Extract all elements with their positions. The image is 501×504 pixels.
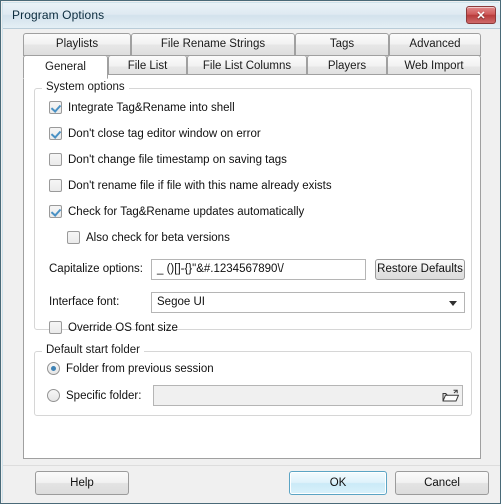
radio-specific-folder[interactable] (47, 389, 60, 402)
tab-advanced[interactable]: Advanced (389, 33, 481, 56)
checkbox-label-beta-versions: Also check for beta versions (86, 231, 230, 244)
folder-open-icon (442, 389, 459, 402)
checkbox-label-integrate-shell: Integrate Tag&Rename into shell (68, 101, 235, 114)
specific-folder-input[interactable] (153, 385, 463, 406)
footer-separator (3, 465, 500, 466)
cancel-button[interactable]: Cancel (395, 471, 489, 495)
restore-defaults-button[interactable]: Restore Defaults (375, 259, 465, 280)
checkbox-row-check-updates[interactable]: Check for Tag&Rename updates automatical… (49, 205, 304, 218)
close-icon: ✕ (476, 10, 486, 22)
chevron-down-icon (449, 300, 457, 306)
checkbox-dont-change-timestamp[interactable] (49, 153, 62, 166)
checkbox-integrate-shell[interactable] (49, 101, 62, 114)
checkbox-dont-close-tag-editor[interactable] (49, 127, 62, 140)
checkbox-label-dont-close-tag-editor: Don't close tag editor window on error (68, 127, 261, 140)
radio-row-previous-session[interactable]: Folder from previous session (47, 362, 214, 375)
ok-button[interactable]: OK (289, 471, 387, 495)
checkbox-label-dont-rename-existing: Don't rename file if file with this name… (68, 179, 332, 192)
checkbox-label-check-updates: Check for Tag&Rename updates automatical… (68, 205, 305, 218)
close-button[interactable]: ✕ (466, 6, 496, 24)
interface-font-select[interactable]: Segoe UI (151, 292, 465, 313)
client-area: Playlists File Rename Strings Tags Advan… (3, 29, 500, 503)
default-start-folder-group-title: Default start folder (42, 344, 144, 356)
tab-tags[interactable]: Tags (295, 33, 389, 56)
program-options-window: Program Options ✕ Playlists File Rename … (0, 0, 501, 504)
checkbox-check-updates[interactable] (49, 205, 62, 218)
checkbox-row-dont-change-timestamp[interactable]: Don't change file timestamp on saving ta… (49, 153, 287, 166)
tab-general[interactable]: General (23, 55, 108, 79)
tab-strip: Playlists File Rename Strings Tags Advan… (23, 33, 481, 79)
checkbox-dont-rename-existing[interactable] (49, 179, 62, 192)
tab-playlists[interactable]: Playlists (23, 33, 131, 56)
capitalize-options-label: Capitalize options: (49, 263, 143, 275)
checkbox-row-override-font-size[interactable]: Override OS font size (49, 321, 178, 334)
default-start-folder-group: Default start folder Folder from previou… (34, 344, 472, 416)
radio-row-specific-folder[interactable]: Specific folder: (47, 389, 141, 402)
system-options-group-title: System options (42, 81, 129, 93)
checkbox-label-override-font-size: Override OS font size (68, 321, 178, 334)
radio-label-specific-folder: Specific folder: (66, 389, 142, 402)
tab-page-general: System options Integrate Tag&Rename into… (23, 74, 481, 459)
browse-folder-button[interactable] (441, 388, 461, 404)
radio-label-previous-session: Folder from previous session (66, 362, 214, 375)
tab-file-rename-strings[interactable]: File Rename Strings (131, 33, 295, 56)
checkbox-row-beta-versions[interactable]: Also check for beta versions (67, 231, 230, 244)
window-title: Program Options (12, 8, 105, 22)
checkbox-beta-versions[interactable] (67, 231, 80, 244)
checkbox-override-font-size[interactable] (49, 321, 62, 334)
help-button[interactable]: Help (35, 471, 129, 495)
checkbox-label-dont-change-timestamp: Don't change file timestamp on saving ta… (68, 153, 287, 166)
checkbox-row-dont-rename-existing[interactable]: Don't rename file if file with this name… (49, 179, 332, 192)
capitalize-options-input[interactable]: _ ()[]-{}"&#.1234567890\/ (151, 259, 366, 280)
checkbox-row-dont-close-tag-editor[interactable]: Don't close tag editor window on error (49, 127, 261, 140)
interface-font-value: Segoe UI (157, 296, 205, 308)
radio-previous-session[interactable] (47, 362, 60, 375)
checkbox-row-integrate-shell[interactable]: Integrate Tag&Rename into shell (49, 101, 235, 114)
interface-font-label: Interface font: (49, 296, 120, 308)
titlebar: Program Options ✕ (3, 3, 500, 29)
system-options-group: System options Integrate Tag&Rename into… (34, 81, 472, 334)
